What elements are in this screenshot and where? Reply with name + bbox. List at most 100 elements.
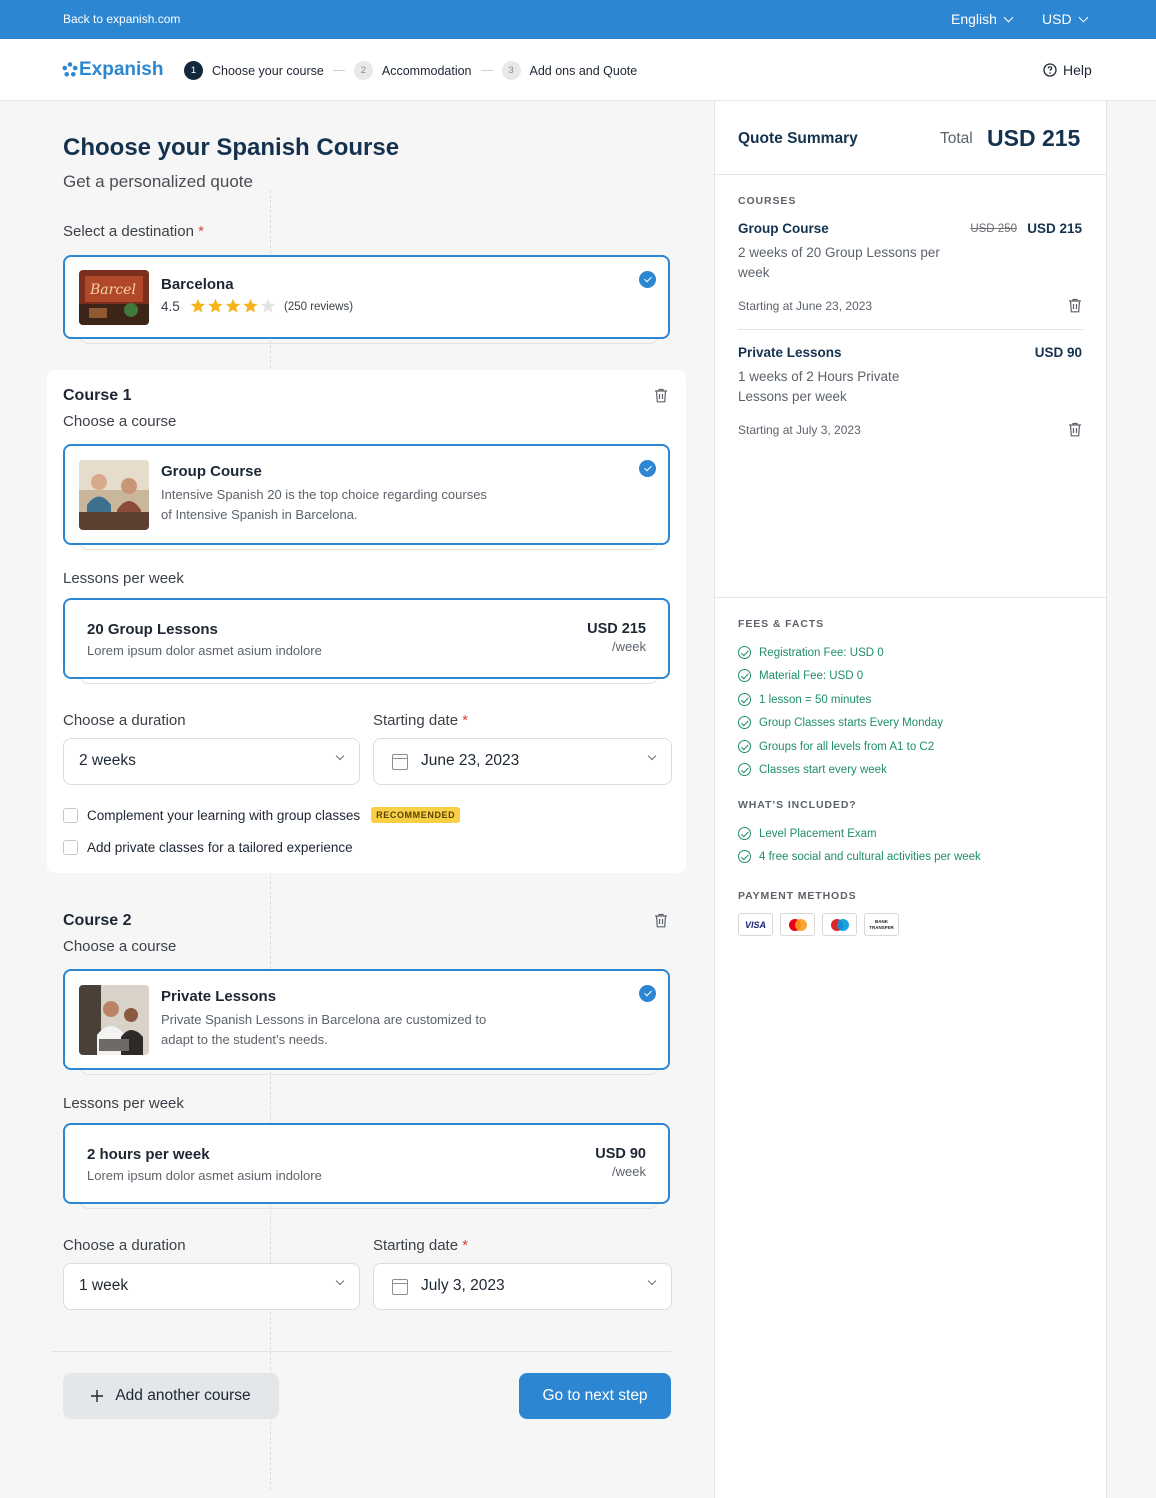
duration-select[interactable]: 1 week	[63, 1263, 360, 1310]
starting-date-select[interactable]: June 23, 2023	[373, 738, 672, 785]
maestro-icon	[822, 913, 857, 936]
old-price: USD 250	[970, 223, 1017, 235]
trash-icon[interactable]	[1068, 298, 1082, 313]
star-icon	[190, 298, 276, 313]
step-label: Add ons and Quote	[529, 63, 638, 78]
fees-heading: FEES & FACTS	[738, 618, 825, 630]
lesson-option-card[interactable]: 2 hours per week Lorem ipsum dolor asmet…	[63, 1123, 670, 1204]
check-circle-icon	[639, 460, 656, 477]
check-circle-icon	[738, 716, 751, 729]
lesson-option-title: 20 Group Lessons	[87, 621, 218, 638]
check-circle-icon	[738, 850, 751, 863]
included-text: Level Placement Exam	[759, 827, 877, 840]
next-step-button[interactable]: Go to next step	[519, 1373, 671, 1419]
calendar-icon	[392, 1279, 408, 1295]
course-1-card[interactable]: Group Course Intensive Spanish 20 is the…	[63, 444, 670, 545]
included-text: 4 free social and cultural activities pe…	[759, 850, 981, 863]
check-circle-icon	[639, 985, 656, 1002]
check-circle-icon	[738, 693, 751, 706]
destination-card[interactable]: Barcel Barcelona 4.5 (250 reviews)	[63, 255, 670, 339]
review-count: (250 reviews)	[284, 301, 354, 313]
check-circle-icon	[639, 271, 656, 288]
option-label-rest: for a tailored experience	[204, 840, 353, 855]
check-circle-icon	[738, 646, 751, 659]
check-circle-icon	[738, 763, 751, 776]
fee-text: Group Classes starts Every Monday	[759, 716, 944, 729]
chevron-down-icon	[1003, 12, 1014, 22]
lessons-per-week-label: Lessons per week	[63, 570, 184, 587]
lesson-option-card[interactable]: 20 Group Lessons Lorem ipsum dolor asmet…	[63, 598, 670, 679]
stepper: 1 Choose your course 2 Accommodation 3 A…	[184, 61, 637, 80]
step-accommodation[interactable]: 2 Accommodation	[353, 61, 472, 80]
duration-label: Choose a duration	[63, 1237, 186, 1254]
currency-selector[interactable]: USD	[1042, 11, 1089, 27]
step-number: 3	[501, 61, 521, 80]
summary-item-price: USD 90	[1034, 345, 1082, 360]
bank-transfer-icon: BANK TRANSFER	[864, 913, 899, 936]
destination-image: Barcel	[79, 270, 149, 325]
lesson-price: USD 90 /week	[595, 1146, 646, 1179]
step-number: 1	[184, 61, 203, 80]
help-label: Help	[1063, 62, 1092, 78]
course-2-card[interactable]: Private Lessons Private Spanish Lessons …	[63, 969, 670, 1070]
starting-date-value: July 3, 2023	[421, 1277, 505, 1294]
starting-date-value: June 23, 2023	[421, 752, 520, 769]
help-button[interactable]: Help	[1043, 62, 1092, 78]
required-mark: *	[198, 223, 204, 240]
destination-label-text: Select a destination	[63, 223, 194, 240]
description-line: adapt to the student’s needs.	[161, 1032, 328, 1047]
description-line: Private Spanish Lessons in Barcelona are…	[161, 1012, 487, 1027]
lesson-price: USD 215 /week	[587, 621, 646, 654]
step-label: Accommodation	[381, 63, 472, 78]
trash-icon[interactable]	[654, 913, 668, 928]
option-label: Add private classes for a tailored exper…	[87, 840, 353, 855]
summary-item-date: Starting at June 23, 2023	[738, 299, 873, 313]
starting-date-select[interactable]: July 3, 2023	[373, 1263, 672, 1310]
currency-value: USD	[1042, 11, 1072, 27]
price-unit: /week	[612, 639, 646, 654]
divider	[715, 174, 1106, 175]
fee-item: Groups for all levels from A1 to C2	[738, 740, 934, 753]
logo[interactable]: Expanish	[62, 59, 163, 81]
trash-icon[interactable]	[1068, 422, 1082, 437]
group-classes-option[interactable]: Complement your learning with group clas…	[63, 807, 461, 823]
starting-date-label: Starting date *	[373, 1237, 468, 1254]
fee-text: 1 lesson = 50 minutes	[759, 693, 872, 706]
step-separator	[332, 70, 345, 71]
bank-transfer-text: TRANSFER	[869, 924, 894, 930]
option-label: Complement your learning with group clas…	[87, 807, 361, 823]
checkbox[interactable]	[63, 840, 78, 855]
fee-text: Registration Fee: USD 0	[759, 646, 884, 659]
duration-label: Choose a duration	[63, 712, 186, 729]
step-add-ons-quote[interactable]: 3 Add ons and Quote	[501, 61, 638, 80]
duration-value: 2 weeks	[79, 752, 136, 769]
checkbox[interactable]	[63, 807, 78, 823]
back-link[interactable]: Back to expanish.com	[63, 12, 180, 26]
add-course-button[interactable]: Add another course	[63, 1373, 279, 1419]
summary-item-title: Group Course	[738, 221, 829, 236]
chevron-down-icon	[647, 751, 657, 761]
divider	[738, 329, 1084, 330]
summary-item-price: USD 215	[1027, 221, 1082, 236]
fee-item: Material Fee: USD 0	[738, 669, 863, 682]
duration-select[interactable]: 2 weeks	[63, 738, 360, 785]
course-1-subheading: Choose a course	[63, 413, 177, 430]
price-value: USD 215	[587, 621, 646, 637]
check-circle-icon	[738, 669, 751, 682]
trash-icon[interactable]	[654, 388, 668, 403]
destination-label: Select a destination *	[63, 223, 204, 240]
included-heading: WHAT’S INCLUDED?	[738, 799, 857, 811]
chevron-down-icon	[335, 1276, 345, 1286]
summary-item-date: Starting at July 3, 2023	[738, 423, 861, 437]
private-classes-option[interactable]: Add private classes for a tailored exper…	[63, 840, 353, 855]
course-1-heading: Course 1	[63, 387, 132, 404]
page-subtitle: Get a personalized quote	[63, 172, 253, 191]
price-unit: /week	[612, 1164, 646, 1179]
visa-text: VISA	[744, 919, 766, 930]
step-choose-course[interactable]: 1 Choose your course	[184, 61, 324, 80]
language-selector[interactable]: English	[951, 11, 1014, 27]
total-label: Total	[940, 130, 973, 147]
rating-stars	[190, 298, 277, 314]
check-circle-icon	[738, 740, 751, 753]
starting-date-label-text: Starting date	[373, 712, 459, 729]
